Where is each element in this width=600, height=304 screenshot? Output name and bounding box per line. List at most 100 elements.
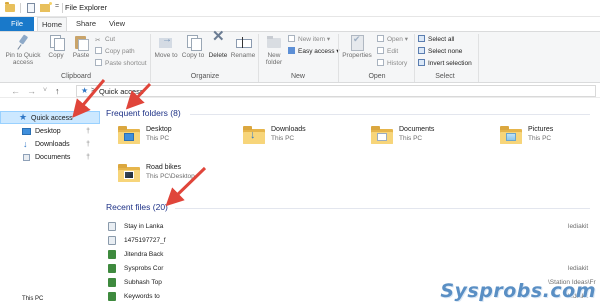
- new-item-icon: [288, 35, 295, 42]
- pin-to-quick-access-button[interactable]: Pin to Quick access: [4, 34, 42, 66]
- select-all-icon: [418, 35, 425, 42]
- select-none-icon: [418, 47, 425, 54]
- folder-item[interactable]: Documents This PC: [371, 124, 491, 154]
- sidebar-item-downloads[interactable]: Downloads †: [0, 138, 100, 151]
- paste-button[interactable]: Paste: [69, 34, 93, 59]
- ribbon-tabs: File Home Share View: [0, 17, 600, 31]
- pictures-folder-icon: [500, 126, 522, 144]
- frequent-folders-heading[interactable]: Frequent folders (8): [106, 108, 181, 118]
- new-item-button[interactable]: New item ▾: [288, 35, 330, 45]
- new-folder-icon[interactable]: [40, 2, 52, 12]
- tab-home[interactable]: Home: [37, 17, 67, 31]
- select-all-button[interactable]: Select all: [418, 35, 454, 45]
- breadcrumb-quick-access[interactable]: Quick access: [99, 87, 144, 96]
- move-to-button[interactable]: Move to: [153, 34, 179, 59]
- sidebar-item-label: Quick access: [31, 115, 73, 122]
- tab-file[interactable]: File: [0, 17, 34, 31]
- pin-to-quick-access-label: Pin to Quick access: [5, 52, 41, 66]
- rename-button[interactable]: Rename: [230, 34, 256, 59]
- folder-name: Documents: [399, 126, 435, 133]
- copy-button[interactable]: Copy: [44, 34, 68, 59]
- list-item[interactable]: Stay in Lanka lediakit: [108, 221, 588, 232]
- tab-view[interactable]: View: [104, 17, 130, 31]
- rename-label: Rename: [230, 52, 256, 59]
- properties-button[interactable]: Properties: [341, 34, 373, 59]
- copy-path-button[interactable]: Copy path: [95, 47, 135, 57]
- easy-access-button[interactable]: Easy access ▾: [288, 47, 340, 57]
- sidebar-item-label: Downloads: [35, 141, 70, 148]
- new-group-label: New: [290, 73, 305, 80]
- folder-item[interactable]: Pictures This PC: [500, 124, 598, 154]
- properties-icon[interactable]: [27, 3, 35, 13]
- new-folder-label: New folder: [265, 52, 283, 66]
- open-icon: [377, 35, 384, 42]
- file-name: Jitendra Back: [124, 251, 164, 258]
- sidebar-item-quick-access[interactable]: ★ Quick access: [0, 111, 100, 124]
- folder-location: This PC: [271, 135, 295, 142]
- edit-icon: [377, 47, 384, 54]
- file-path: lediakit: [568, 265, 589, 272]
- open-button[interactable]: Open ▾: [377, 35, 408, 45]
- document-file-icon: [108, 250, 116, 259]
- title-bar: = File Explorer: [0, 0, 600, 17]
- desktop-folder-icon: [118, 126, 140, 144]
- cut-button[interactable]: ✂ Cut: [95, 35, 115, 45]
- sidebar-item-this-pc[interactable]: This PC: [0, 296, 100, 303]
- qat-separator: [62, 3, 63, 13]
- ribbon-separator: [258, 34, 259, 82]
- invert-selection-button[interactable]: Invert selection: [418, 59, 472, 69]
- pin-icon[interactable]: †: [86, 151, 90, 164]
- select-none-button[interactable]: Select none: [418, 47, 462, 57]
- cut-label: Cut: [105, 36, 116, 43]
- file-name: Keywords to: [124, 293, 160, 300]
- copy-path-label: Copy path: [105, 48, 135, 55]
- copy-label: Copy: [48, 52, 64, 59]
- paste-label: Paste: [72, 52, 90, 59]
- back-arrow-icon[interactable]: ←: [11, 85, 20, 97]
- qat-dropdown-icon[interactable]: =: [55, 3, 59, 10]
- sidebar-item-documents[interactable]: Documents †: [0, 151, 100, 164]
- history-label: History: [387, 60, 408, 67]
- delete-button[interactable]: Delete: [206, 33, 230, 59]
- tab-share[interactable]: Share: [72, 17, 100, 31]
- file-name: Stay in Lanka: [124, 223, 164, 230]
- list-item[interactable]: 1475197727_f: [108, 235, 588, 246]
- copy-path-icon: [95, 47, 102, 54]
- new-folder-button[interactable]: New folder: [261, 34, 287, 66]
- file-name: Subhash Top: [124, 279, 162, 286]
- folder-item[interactable]: Downloads This PC: [243, 124, 363, 154]
- forward-arrow-icon[interactable]: →: [27, 85, 36, 97]
- folder-name: Pictures: [528, 126, 554, 133]
- edit-button[interactable]: Edit: [377, 47, 398, 57]
- sidebar-item-desktop[interactable]: Desktop †: [0, 125, 100, 138]
- file-name: Sysprobs Cor: [124, 265, 164, 272]
- recent-locations-icon[interactable]: ˅: [43, 85, 47, 97]
- qat-separator: [20, 3, 21, 13]
- folder-item[interactable]: Desktop This PC: [118, 124, 238, 154]
- recent-files-heading[interactable]: Recent files (20): [106, 202, 168, 212]
- breadcrumb-chevron-icon[interactable]: >: [91, 86, 95, 96]
- ribbon-separator: [150, 34, 151, 82]
- folder-location: This PC: [399, 135, 423, 142]
- document-file-icon: [108, 278, 116, 287]
- folder-name: Road bikes: [146, 164, 182, 171]
- documents-icon: [23, 154, 30, 161]
- organize-group-label: Organize: [190, 73, 220, 80]
- paste-shortcut-button[interactable]: Paste shortcut: [95, 59, 147, 69]
- paste-shortcut-icon: [95, 59, 102, 66]
- list-item[interactable]: Jitendra Back: [108, 249, 588, 260]
- up-arrow-icon[interactable]: ↑: [55, 85, 60, 97]
- address-field[interactable]: ★ > Quick access: [76, 85, 596, 97]
- section-divider: [175, 208, 590, 209]
- list-item[interactable]: Sysprobs Cor lediakit: [108, 263, 588, 274]
- invert-selection-icon: [418, 59, 425, 66]
- history-button[interactable]: History: [377, 59, 407, 69]
- pin-icon[interactable]: †: [86, 138, 90, 151]
- ribbon-separator: [338, 34, 339, 82]
- watermark-text: Sysprobs.com: [440, 280, 596, 302]
- rename-icon: [235, 34, 252, 50]
- pin-icon[interactable]: †: [86, 125, 90, 138]
- new-item-label: New item: [298, 36, 326, 43]
- copy-to-button[interactable]: Copy to: [180, 34, 206, 59]
- folder-item[interactable]: Road bikes This PC\Desktop: [118, 162, 238, 192]
